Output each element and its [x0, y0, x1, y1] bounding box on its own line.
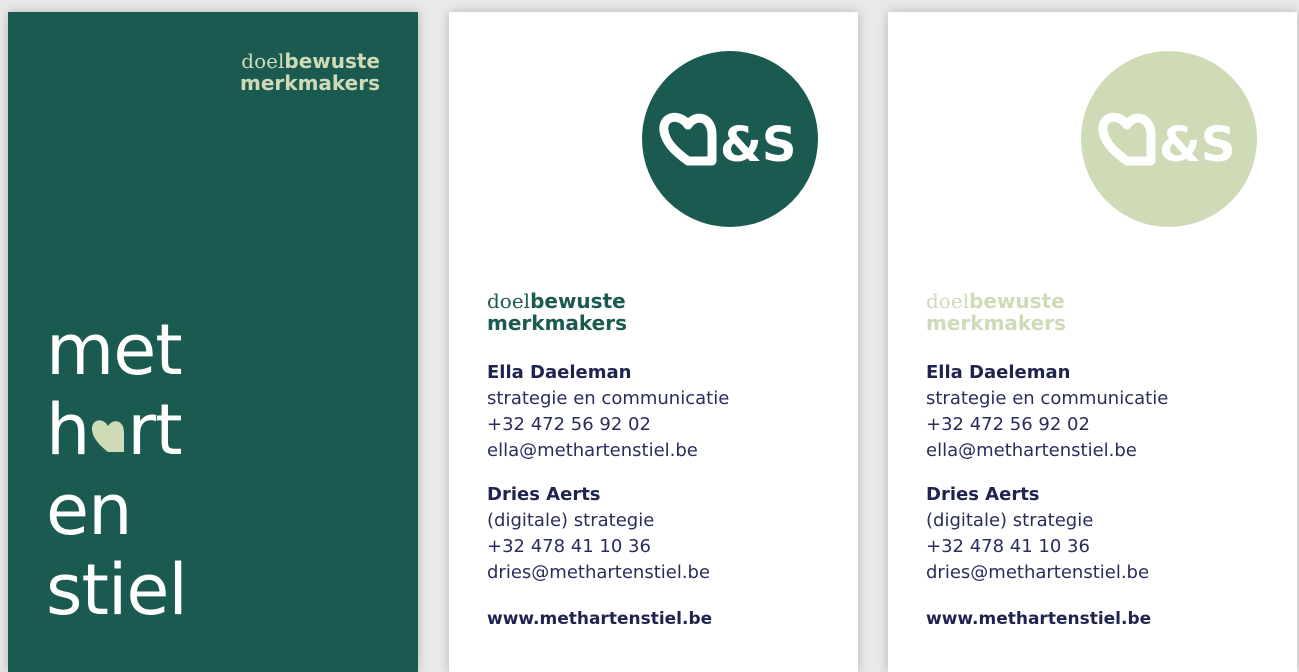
tagline: doelbewuste merkmakers	[240, 50, 380, 94]
contact-email: dries@methartenstiel.be	[487, 562, 711, 583]
website-url: www.methartenstiel.be	[926, 609, 1152, 629]
contact-block: Ella Daeleman strategie en communicatie …	[926, 360, 1168, 464]
contact-block: Ella Daeleman strategie en communicatie …	[487, 360, 729, 464]
tagline-bold: bewuste	[969, 289, 1065, 313]
contact-phone: +32 478 41 10 36	[926, 536, 1090, 557]
contact-phone: +32 472 56 92 02	[926, 414, 1090, 435]
tagline-line2: merkmakers	[926, 311, 1066, 335]
brand-wordmark: met h rt en stiel	[46, 309, 188, 631]
wordmark-line-1: met	[46, 309, 183, 391]
business-card-front: doelbewuste merkmakers met h rt en stiel	[8, 12, 418, 672]
contact-email: ella@methartenstiel.be	[487, 440, 698, 461]
contact-name: Ella Daeleman	[926, 362, 1071, 383]
logo-badge: &S	[1081, 51, 1257, 227]
wordmark-line-3: en	[46, 469, 132, 551]
contact-role: (digitale) strategie	[926, 510, 1094, 531]
business-card-back-dark: &S doelbewuste merkmakers Ella Daeleman …	[449, 12, 858, 672]
contact-role: (digitale) strategie	[487, 510, 655, 531]
contact-email: ella@methartenstiel.be	[926, 440, 1137, 461]
heart-a-icon	[89, 414, 127, 454]
wordmark-line-2: h rt	[46, 390, 187, 470]
heart-a-icon	[659, 112, 717, 166]
logo-badge: &S	[642, 51, 818, 227]
contact-name: Ella Daeleman	[487, 362, 632, 383]
wordmark-line-2-pre: h	[46, 389, 90, 471]
tagline-bold: bewuste	[284, 49, 380, 73]
contact-block: Dries Aerts (digitale) strategie +32 478…	[487, 482, 710, 586]
tagline-bold: bewuste	[530, 289, 626, 313]
tagline-light: doel	[926, 289, 970, 313]
tagline: doelbewuste merkmakers	[487, 290, 627, 334]
website-url: www.methartenstiel.be	[487, 609, 713, 629]
logo-text: &S	[720, 117, 796, 173]
contact-email: dries@methartenstiel.be	[926, 562, 1150, 583]
contact-block: Dries Aerts (digitale) strategie +32 478…	[926, 482, 1149, 586]
contact-phone: +32 472 56 92 02	[487, 414, 651, 435]
contact-name: Dries Aerts	[926, 484, 1040, 505]
business-card-back-light: &S doelbewuste merkmakers Ella Daeleman …	[888, 12, 1297, 672]
wordmark-line-2-post: rt	[127, 389, 182, 471]
contact-phone: +32 478 41 10 36	[487, 536, 651, 557]
logo-text: &S	[1159, 117, 1235, 173]
wordmark-line-4: stiel	[46, 549, 188, 631]
tagline-line2: merkmakers	[240, 71, 380, 95]
contact-name: Dries Aerts	[487, 484, 601, 505]
tagline: doelbewuste merkmakers	[926, 290, 1066, 334]
contact-role: strategie en communicatie	[487, 388, 730, 409]
tagline-line2: merkmakers	[487, 311, 627, 335]
tagline-light: doel	[241, 49, 285, 73]
heart-a-icon	[1098, 112, 1156, 166]
contact-role: strategie en communicatie	[926, 388, 1169, 409]
tagline-light: doel	[487, 289, 531, 313]
